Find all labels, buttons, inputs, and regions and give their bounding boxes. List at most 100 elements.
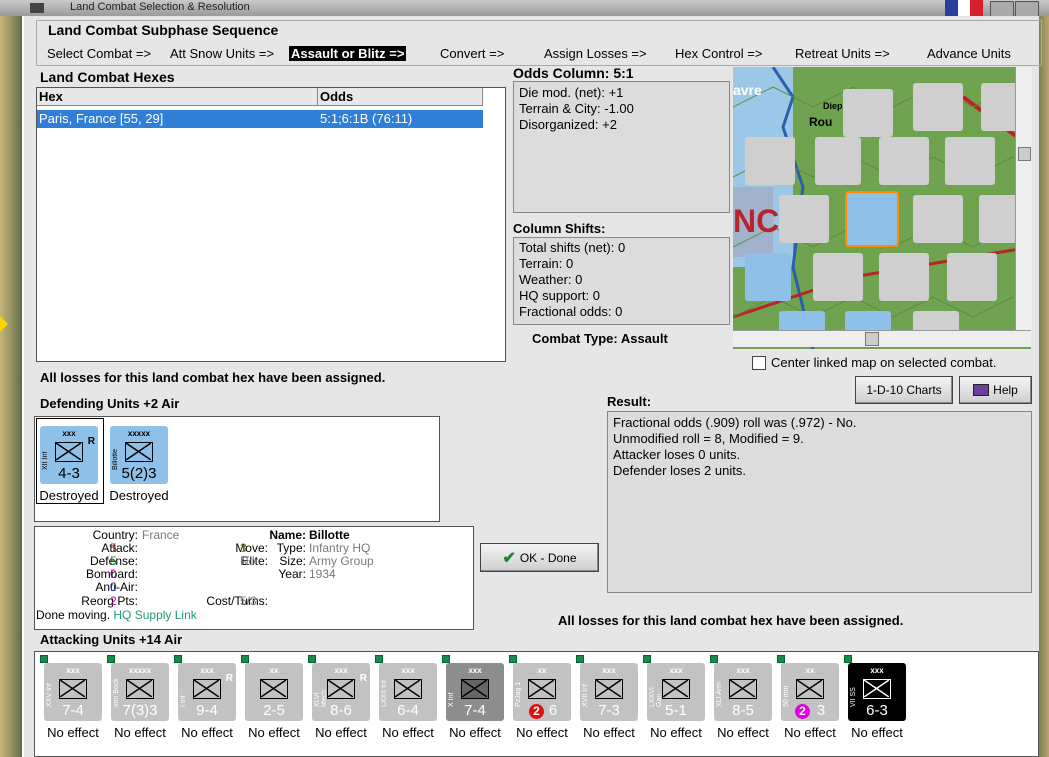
unit-type-icon xyxy=(662,679,690,699)
map-air-unit[interactable] xyxy=(913,83,963,131)
attacking-unit[interactable]: xxx I Inf R 9-4 No effect xyxy=(178,663,236,740)
shifts-panel: Total shifts (net): 0 Terrain: 0 Weather… xyxy=(513,237,730,325)
map-air-unit[interactable] xyxy=(945,137,995,185)
attacking-unit[interactable]: xxx XXV Inf 7-4 No effect xyxy=(44,663,102,740)
attacking-unit[interactable]: xxx XLVI Mech R 8-6 No effect xyxy=(312,663,370,740)
close-button[interactable] xyxy=(1015,1,1039,17)
antiair-label: Anti-Air: xyxy=(95,580,138,594)
help-label: Help xyxy=(993,383,1018,397)
result-line: Attacker loses 0 units. xyxy=(613,447,741,462)
step-convert[interactable]: Convert => xyxy=(440,46,504,61)
unit-strength: 6-4 xyxy=(397,702,419,719)
done-moving: Done moving. xyxy=(36,608,111,622)
attacking-unit[interactable]: xx 2-5 No effect xyxy=(245,663,303,740)
map-air-unit[interactable] xyxy=(779,195,829,243)
unit-type-icon xyxy=(863,679,891,699)
map-air-unit[interactable] xyxy=(913,195,963,243)
unit-strength: 7(3)3 xyxy=(122,702,158,719)
col-odds[interactable]: Odds xyxy=(318,88,483,106)
charts-button[interactable]: 1-D-10 Charts xyxy=(855,376,953,404)
map-air-unit[interactable] xyxy=(813,253,863,301)
france-flag-icon xyxy=(945,0,984,16)
step-select-combat[interactable]: Select Combat => xyxy=(47,46,151,61)
map-land-unit[interactable] xyxy=(745,253,791,301)
unit-type-icon xyxy=(729,679,757,699)
unit-size: xxx xyxy=(468,666,482,675)
defending-title: Defending Units +2 Air xyxy=(40,396,180,411)
selected-hex-unit[interactable] xyxy=(845,191,899,247)
attacking-unit[interactable]: xxx VII SS 6-3 No effect xyxy=(848,663,906,740)
map-air-unit[interactable] xyxy=(879,137,929,185)
attacking-unit[interactable]: xxxxx von Bock 7(3)3 No effect xyxy=(111,663,169,740)
shift-line: HQ support: 0 xyxy=(519,288,600,303)
attacking-unit[interactable]: xxx LXXVI Gan 5-1 No effect xyxy=(647,663,705,740)
attacking-unit[interactable]: xx PzJag 1 2 6 No effect xyxy=(513,663,571,740)
year-value: 1934 xyxy=(309,567,336,581)
map-air-unit[interactable] xyxy=(947,253,997,301)
center-map-checkbox[interactable] xyxy=(752,356,766,370)
map-air-unit[interactable] xyxy=(843,89,893,137)
checkmark-icon: ✔ xyxy=(502,549,516,567)
step-att-snow[interactable]: Att Snow Units => xyxy=(170,46,274,61)
attacking-title: Attacking Units +14 Air xyxy=(40,632,183,647)
step-hex-control[interactable]: Hex Control => xyxy=(675,46,762,61)
odds-panel: Die mod. (net): +1 Terrain & City: -1.00… xyxy=(513,81,730,213)
unit-size: xxx xyxy=(870,666,884,675)
help-button[interactable]: Help xyxy=(959,376,1032,404)
unit-strength: 6 xyxy=(548,702,558,719)
map-vscroll[interactable] xyxy=(1015,67,1032,333)
step-advance[interactable]: Advance Units xyxy=(927,46,1011,61)
map-land-unit[interactable] xyxy=(815,137,861,185)
book-icon xyxy=(973,384,990,396)
unit-size: xx xyxy=(269,666,279,675)
unit-result: Destroyed xyxy=(109,488,169,503)
result-title: Result: xyxy=(607,394,652,409)
step-assault-blitz[interactable]: Assault or Blitz => xyxy=(289,46,407,61)
unit-result: No effect xyxy=(851,725,903,740)
unit-size: xx xyxy=(805,666,815,675)
step-assign-losses[interactable]: Assign Losses => xyxy=(544,46,647,61)
unit-size: xxxxx xyxy=(127,429,151,438)
unit-status-dot xyxy=(643,655,651,663)
attacking-unit[interactable]: xxx XVII Inf 7-3 No effect xyxy=(580,663,638,740)
map-air-unit[interactable] xyxy=(745,137,795,185)
attacking-unit[interactable]: xxx X Inf 7-4 No effect xyxy=(446,663,504,740)
scroll-thumb[interactable] xyxy=(865,332,879,346)
hexes-title: Land Combat Hexes xyxy=(40,69,175,85)
unit-strength: 7-4 xyxy=(62,702,84,719)
unit-reserve: R xyxy=(87,436,95,447)
unit-strength: 8-6 xyxy=(330,702,352,719)
unit-designation: 50 mm xyxy=(783,685,790,707)
step-retreat[interactable]: Retreat Units => xyxy=(795,46,890,61)
map-air-unit[interactable] xyxy=(879,253,929,301)
unit-type-icon xyxy=(327,679,355,699)
col-hex[interactable]: Hex xyxy=(37,88,318,106)
losses-message: All losses for this land combat hex have… xyxy=(40,370,386,385)
defending-unit[interactable]: xxxxx Billotte 5(2)3 Destroyed xyxy=(109,426,169,503)
ok-done-button[interactable]: ✔ OK - Done xyxy=(480,543,599,572)
result-line: Unmodified roll = 8, Modified = 9. xyxy=(613,431,804,446)
map-hscroll[interactable] xyxy=(733,330,1031,347)
sequence-title: Land Combat Subphase Sequence xyxy=(48,22,279,38)
infantry-icon xyxy=(55,442,83,462)
unit-strength: 9-4 xyxy=(196,702,218,719)
unit-status-dot xyxy=(241,655,249,663)
shift-line: Total shifts (net): 0 xyxy=(519,240,626,255)
window-icon xyxy=(30,3,44,13)
scroll-thumb[interactable] xyxy=(1018,147,1031,161)
attacking-unit[interactable]: xx 50 mm 2 3 No effect xyxy=(781,663,839,740)
attacking-unit[interactable]: xxx XLI Arm 8-5 No effect xyxy=(714,663,772,740)
svg-text:NC: NC xyxy=(733,203,779,239)
svg-text:avre: avre xyxy=(733,82,762,98)
minimize-button[interactable] xyxy=(990,1,1014,17)
background-map-edge xyxy=(0,16,22,757)
defending-unit[interactable]: xxx XII Inf R 4-3 Destroyed xyxy=(39,426,99,503)
unit-strength: 5(2)3 xyxy=(121,465,157,482)
mini-map[interactable]: avre Dieppe Rou NC xyxy=(733,67,1031,349)
antiair-value: 0 xyxy=(110,580,117,594)
unit-status-dot xyxy=(107,655,115,663)
table-row[interactable]: Paris, France [55, 29] 5:1;6:1B (76:11) xyxy=(37,110,483,128)
odds-line: Die mod. (net): +1 xyxy=(519,85,624,100)
attacking-unit[interactable]: xxx LXXII Inf 6-4 No effect xyxy=(379,663,437,740)
unit-status-dot xyxy=(576,655,584,663)
